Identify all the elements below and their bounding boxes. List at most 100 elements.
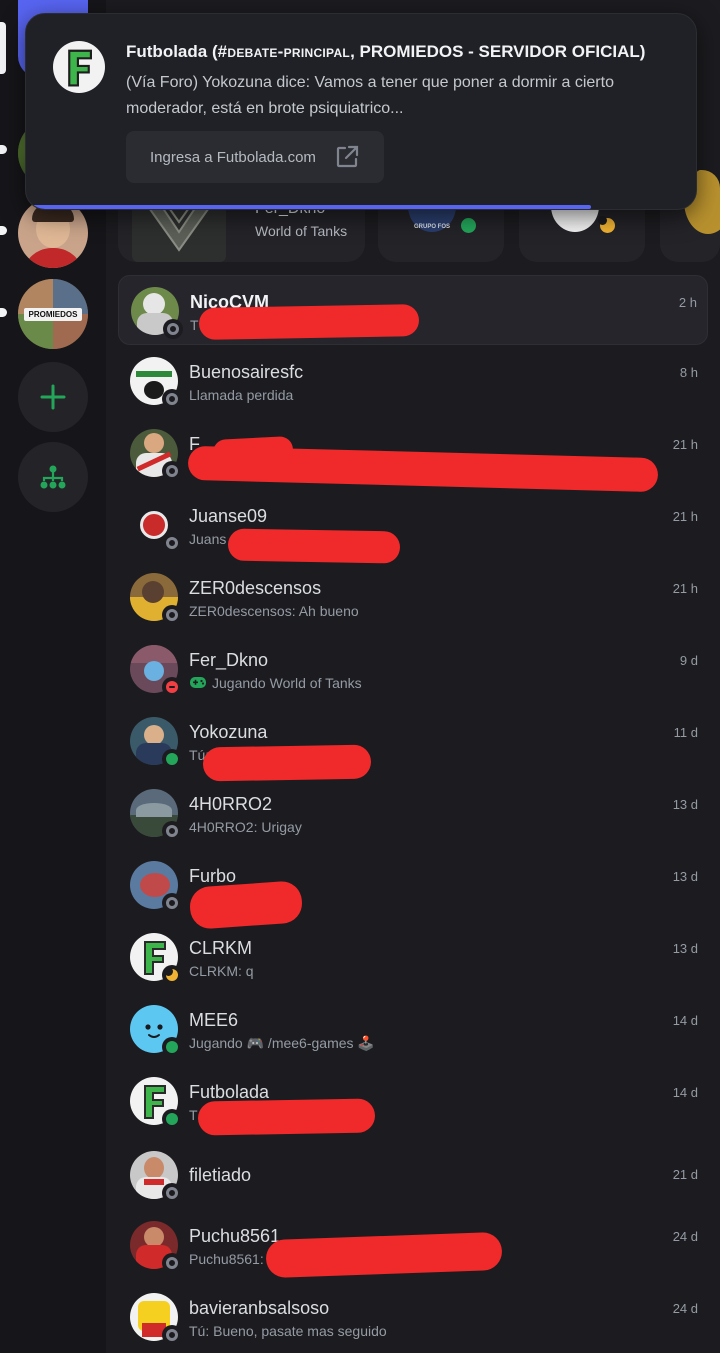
dm-item-furbo[interactable]: Furbo 13 d [118, 850, 708, 930]
dm-item-futbolada[interactable]: Futbolada T 14 d [118, 1066, 708, 1136]
status-offline [162, 1183, 182, 1203]
dm-time: 13 d [672, 869, 698, 884]
status-offline [162, 821, 182, 841]
notification-body: (Vía Foro) Yokozuna dice: Vamos a tener … [126, 74, 614, 117]
dm-preview: Juans [189, 531, 227, 547]
dm-time: 8 h [679, 365, 698, 380]
notification-progress [26, 205, 591, 209]
dm-preview: T [190, 317, 199, 333]
dm-name: bavieranbsalsoso [189, 1298, 330, 1318]
notification-title: Futbolada (#debate-principal, PROMIEDOS … [126, 42, 645, 62]
dm-name: ZER0descensos [189, 578, 322, 598]
status-offline [162, 893, 182, 913]
dm-preview: ZER0descensos: Ah bueno [189, 603, 359, 619]
dm-preview: Jugando World of Tanks [189, 675, 362, 691]
discover-button[interactable] [18, 442, 88, 512]
redaction-mark [202, 744, 372, 782]
dm-item-zer0descensos[interactable]: ZER0descensos ZER0descensos: Ah bueno 21… [118, 562, 708, 632]
dm-preview: CLRKM: q [189, 963, 254, 979]
status-offline [162, 1253, 182, 1273]
selected-indicator [0, 22, 6, 74]
notification-banner[interactable]: Futbolada (#debate-principal, PROMIEDOS … [25, 13, 697, 210]
hub-icon [40, 465, 66, 489]
dm-time: 24 d [672, 1229, 698, 1244]
dm-time: 9 d [679, 653, 698, 668]
status-offline [162, 461, 182, 481]
dm-preview: Puchu8561: [189, 1251, 264, 1267]
dm-name: Fer_Dkno [189, 650, 269, 670]
status-offline [162, 389, 182, 409]
dm-name: Puchu8561 [189, 1226, 281, 1246]
dm-time: 24 d [672, 1301, 698, 1316]
dm-item-fer-dkno[interactable]: Fer_Dkno Jugando World of Tanks 9 d [118, 634, 708, 704]
dm-time: 2 h [678, 295, 697, 310]
group-label: GRUPO FOS [414, 224, 451, 230]
external-link-icon [336, 145, 359, 168]
dm-item-nicocvm[interactable]: NicoCVM T 2 h [118, 275, 708, 345]
notification-channel: #debate-principal [217, 42, 351, 61]
dm-name: Yokozuna [189, 722, 268, 742]
dm-name: filetiado [189, 1165, 252, 1185]
dm-item-mee6[interactable]: MEE6 Jugando 🎮 /mee6-games 🕹️ 14 d [118, 994, 708, 1064]
dm-time: 13 d [672, 797, 698, 812]
redaction-mark [227, 528, 401, 564]
status-online [162, 1037, 182, 1057]
dm-item-buenosairesfc[interactable]: Buenosairesfc Llamada perdida 8 h [118, 346, 708, 416]
dm-time: 11 d [673, 725, 698, 740]
dm-activity: Jugando World of Tanks [212, 675, 362, 691]
dm-name: Juanse09 [189, 506, 268, 526]
status-idle [595, 213, 619, 237]
promiedos-logo-text: PROMIEDOS [24, 308, 82, 321]
redaction-mark [187, 445, 659, 493]
status-offline [162, 533, 182, 553]
dm-name: Buenosairesfc [189, 362, 304, 382]
redaction-mark [265, 1231, 503, 1279]
dm-preview: Jugando 🎮 /mee6-games 🕹️ [189, 1035, 375, 1051]
status-offline [163, 319, 183, 339]
unread-dot [0, 145, 7, 154]
status-online [456, 213, 480, 237]
status-online [162, 749, 182, 769]
open-link-label: Ingresa a Futbolada.com [150, 148, 316, 166]
dm-preview: 4H0RRO2: Urigay [189, 819, 302, 835]
dm-item-puchu8561[interactable]: Puchu8561 Puchu8561: 24 d [118, 1210, 708, 1280]
dm-item-juanse09[interactable]: Juanse09 Juans 21 h [118, 490, 708, 564]
dm-time: 14 d [672, 1085, 698, 1100]
notification-sep: , [350, 42, 360, 61]
dm-item-bavieranbsalsoso[interactable]: bavieranbsalsoso Tú: Bueno, pasate mas s… [118, 1282, 708, 1352]
dm-preview: Llamada perdida [189, 387, 294, 403]
dm-preview: Tú: Bueno, pasate mas seguido [189, 1323, 387, 1339]
dm-item-filetiado[interactable]: filetiado 21 d [118, 1140, 708, 1210]
gamepad-icon [190, 677, 206, 688]
server-icon-promiedos[interactable]: PROMIEDOS [18, 279, 88, 349]
dm-name: CLRKM [189, 938, 253, 958]
dm-time: 21 h [672, 437, 698, 452]
dm-item-yokozuna[interactable]: Yokozuna Tú: S 11 d [118, 706, 708, 782]
notification-server-icon [53, 41, 105, 93]
status-dnd [162, 677, 182, 697]
status-idle [162, 965, 182, 985]
dm-time: 21 d [672, 1167, 698, 1182]
plus-icon [40, 384, 66, 410]
dm-time: 21 h [672, 581, 698, 596]
notification-server: Futbolada [126, 42, 208, 61]
redaction-mark [198, 304, 420, 340]
notification-category: PROMIEDOS - SERVIDOR OFICIAL [359, 42, 640, 61]
dm-item-clrkm[interactable]: CLRKM CLRKM: q 13 d [118, 922, 708, 992]
dm-time: 14 d [672, 1013, 698, 1028]
unread-dot [0, 226, 7, 235]
active-card-activity: World of Tanks [255, 223, 348, 239]
status-offline [162, 1325, 182, 1345]
dm-item-4h0rro2[interactable]: 4H0RRO2 4H0RRO2: Urigay 13 d [118, 778, 708, 848]
unread-dot [0, 308, 7, 317]
dm-name: 4H0RRO2 [189, 794, 273, 814]
notification-paren-close: ) [639, 42, 646, 61]
open-link-button[interactable]: Ingresa a Futbolada.com [126, 131, 384, 183]
status-online [162, 1109, 182, 1129]
dm-time: 13 d [672, 941, 698, 956]
dm-time: 21 h [672, 509, 698, 524]
dm-name: MEE6 [189, 1010, 239, 1030]
add-server-button[interactable] [18, 362, 88, 432]
dm-item-f[interactable]: F 21 h [118, 418, 708, 493]
dm-preview: T [189, 1107, 198, 1123]
